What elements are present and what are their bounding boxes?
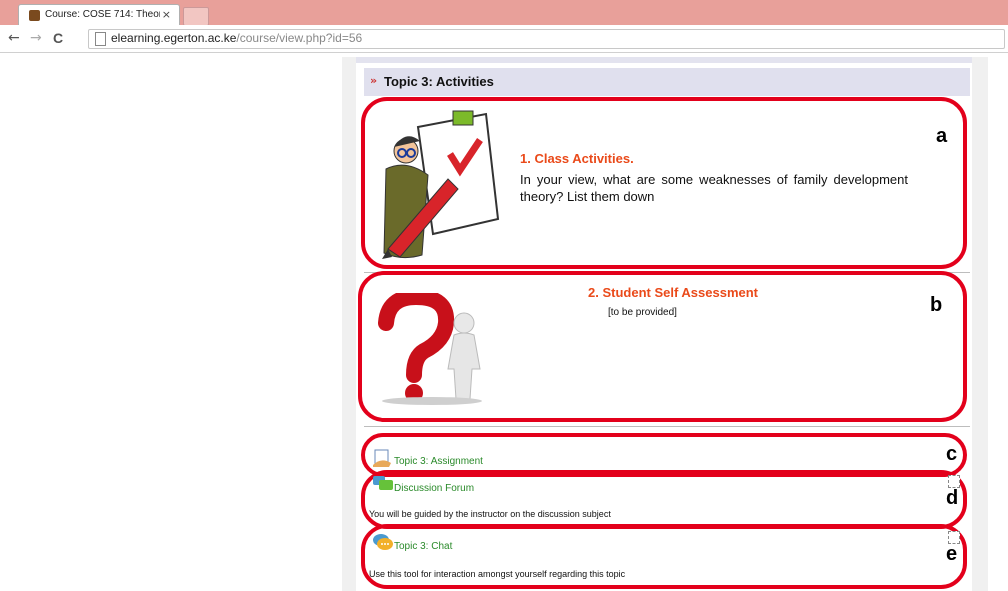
browser-tab[interactable]: Course: COSE 714: Theoric ×	[18, 4, 180, 26]
url-path: /course/view.php?id=56	[236, 31, 363, 45]
tab-close-icon[interactable]: ×	[162, 8, 171, 21]
annotation-label-b: b	[930, 294, 943, 316]
address-url: elearning.egerton.ac.ke/course/view.php?…	[111, 31, 362, 45]
assignment-icon[interactable]	[372, 449, 392, 467]
reload-button[interactable]: C	[53, 30, 63, 46]
browser-toolbar: ← → C elearning.egerton.ac.ke/course/vie…	[0, 25, 1008, 53]
annotation-label-a: a	[936, 125, 948, 147]
browser-tab-strip: Course: COSE 714: Theoric ×	[0, 0, 1008, 26]
annotation-label-e: e	[946, 543, 958, 565]
forum-description: You will be guided by the instructor on …	[369, 509, 611, 519]
chat-link[interactable]: Topic 3: Chat	[394, 541, 452, 552]
page-icon	[95, 32, 106, 46]
new-tab-button[interactable]	[183, 7, 209, 26]
site-favicon-icon	[29, 10, 40, 21]
forum-icon[interactable]	[372, 475, 394, 493]
annotation-label-d: d	[946, 487, 959, 509]
activity-title[interactable]: 2. Student Self Assessment	[588, 285, 758, 300]
annotation-box-e	[361, 524, 967, 589]
assignment-link[interactable]: Topic 3: Assignment	[394, 456, 483, 467]
annotation-box-d	[361, 470, 967, 529]
activity-description: In your view, what are some weaknesses o…	[520, 172, 908, 204]
activity-title[interactable]: 1. Class Activities.	[520, 151, 634, 166]
back-button[interactable]: ←	[8, 30, 20, 46]
question-mark-figure-image	[372, 293, 498, 407]
divider	[364, 426, 970, 427]
url-host: elearning.egerton.ac.ke	[111, 31, 237, 45]
tab-title: Course: COSE 714: Theoric	[45, 9, 160, 20]
chat-description: Use this tool for interaction amongst yo…	[369, 569, 626, 579]
topic-header[interactable]: » Topic 3: Activities	[364, 68, 970, 96]
collapse-chevron-icon[interactable]: »	[370, 74, 377, 87]
annotation-label-c: c	[946, 443, 958, 465]
teacher-clipboard-clipart	[382, 110, 500, 259]
chat-icon[interactable]	[372, 533, 394, 551]
course-page: » Topic 3: Activities 1. Class Activitie…	[342, 57, 988, 591]
forward-button[interactable]: →	[30, 30, 42, 46]
forum-link[interactable]: Discussion Forum	[394, 483, 474, 494]
course-content: » Topic 3: Activities 1. Class Activitie…	[356, 57, 972, 591]
topic-title: Topic 3: Activities	[384, 74, 494, 89]
address-bar[interactable]: elearning.egerton.ac.ke/course/view.php?…	[88, 29, 1005, 49]
top-strip	[356, 57, 972, 63]
activity-description: [to be provided]	[608, 307, 677, 318]
